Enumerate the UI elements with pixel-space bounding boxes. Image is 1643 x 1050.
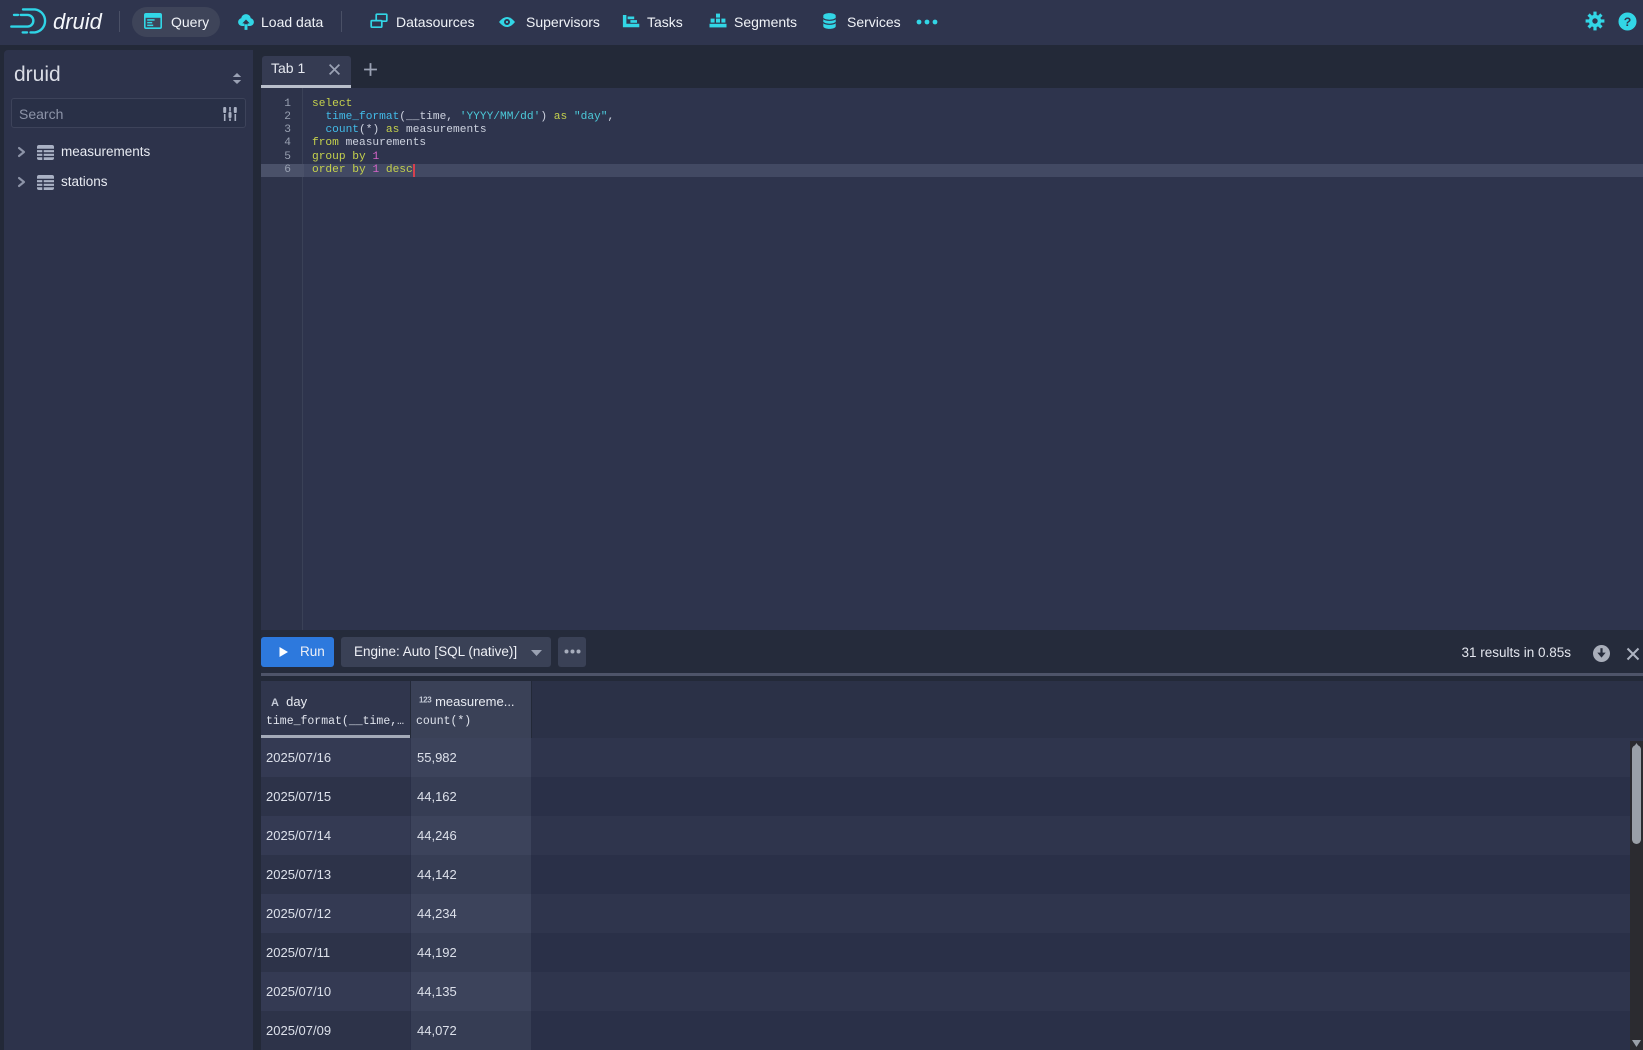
svg-text:?: ?	[1624, 15, 1632, 29]
